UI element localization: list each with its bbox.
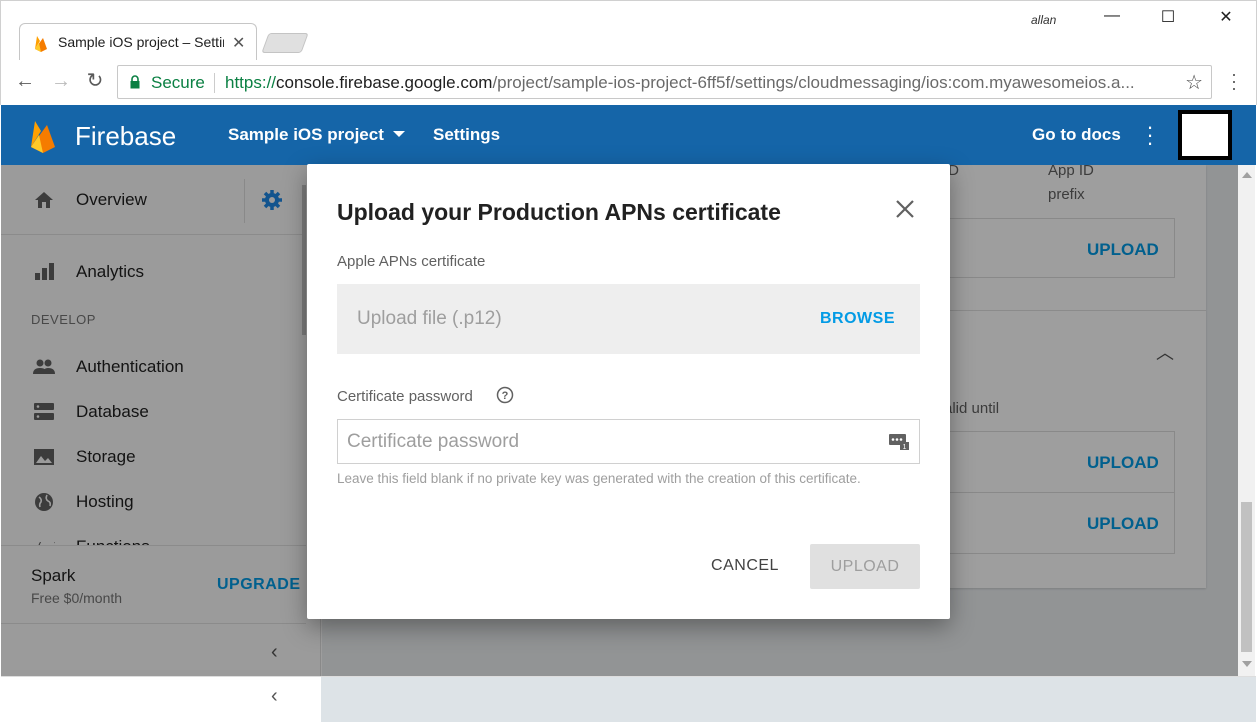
certificate-label: Apple APNs certificate	[337, 253, 486, 270]
footer-area	[321, 677, 1256, 722]
url-host: console.firebase.google.com	[276, 73, 493, 92]
chevron-down-icon[interactable]	[393, 131, 405, 137]
page-title: Settings	[433, 125, 501, 144]
close-icon[interactable]	[893, 197, 917, 221]
back-icon[interactable]: ←	[13, 70, 37, 94]
firebase-header: Firebase Sample iOS project Settings Go …	[1, 105, 1256, 165]
browser-titlebar: Sample iOS project – Settings ✕ allan — …	[0, 0, 1257, 61]
maximize-icon[interactable]: ☐	[1153, 7, 1183, 31]
file-placeholder: Upload file (.p12)	[357, 308, 502, 329]
firebase-logo-icon	[31, 121, 55, 153]
brand-name[interactable]: Firebase	[75, 121, 176, 152]
page-scrollbar[interactable]	[1238, 165, 1255, 676]
svg-text:?: ?	[502, 390, 509, 402]
forward-icon[interactable]: →	[49, 70, 73, 94]
scrollbar-thumb[interactable]	[1241, 502, 1252, 652]
dialog-title: Upload your Production APNs certificate	[337, 199, 781, 225]
scroll-down-icon[interactable]	[1242, 661, 1252, 667]
upload-certificate-dialog: Upload your Production APNs certificate …	[307, 164, 950, 619]
password-manager-icon[interactable]: 1	[889, 432, 909, 450]
url-path: /project/sample-ios-project-6ff5f/settin…	[492, 73, 1135, 92]
tab-title: Sample iOS project – Settings	[58, 34, 224, 50]
reload-icon[interactable]: ↻	[83, 70, 107, 94]
window-close-icon[interactable]: ✕	[1211, 7, 1241, 31]
file-drop-zone[interactable]: Upload file (.p12) BROWSE	[337, 284, 920, 354]
lock-icon	[130, 75, 140, 89]
project-selector[interactable]: Sample iOS project	[228, 125, 384, 145]
avatar[interactable]	[1178, 110, 1232, 160]
browser-toolbar: ← → ↻ Secure https://console.firebase.go…	[0, 60, 1257, 105]
address-bar[interactable]: Secure https://console.firebase.google.c…	[117, 65, 1212, 99]
browser-menu-icon[interactable]: · · ·	[1229, 65, 1239, 97]
svg-text:1: 1	[903, 444, 907, 450]
minimize-icon[interactable]: —	[1097, 7, 1127, 31]
password-label: Certificate password	[337, 388, 473, 405]
help-icon[interactable]: ?	[496, 386, 514, 404]
cancel-button[interactable]: CANCEL	[700, 544, 790, 588]
scroll-up-icon[interactable]	[1242, 172, 1252, 178]
url-scheme: https://	[225, 73, 277, 92]
new-tab-button[interactable]	[261, 33, 309, 53]
collapse-sidebar-icon[interactable]: ‹	[271, 685, 278, 708]
certificate-password-input[interactable]	[337, 419, 920, 464]
go-to-docs-link[interactable]: Go to docs	[1032, 125, 1121, 145]
bookmark-star-icon[interactable]: ☆	[1185, 70, 1203, 95]
omnibox-divider	[214, 73, 215, 93]
password-hint: Leave this field blank if no private key…	[337, 471, 861, 486]
profile-name[interactable]: allan	[1031, 13, 1056, 27]
url-text[interactable]: https://console.firebase.google.com/proj…	[225, 73, 1175, 93]
bottom-bar: ‹	[1, 676, 1256, 722]
browser-tab[interactable]: Sample iOS project – Settings ✕	[19, 23, 257, 61]
more-vert-icon[interactable]: · · ·	[1144, 116, 1156, 154]
firebase-favicon-icon	[35, 36, 47, 52]
tab-close-icon[interactable]: ✕	[232, 33, 245, 53]
secure-label: Secure	[151, 73, 205, 92]
upload-button[interactable]: UPLOAD	[810, 544, 920, 589]
browse-button[interactable]: BROWSE	[820, 310, 895, 328]
